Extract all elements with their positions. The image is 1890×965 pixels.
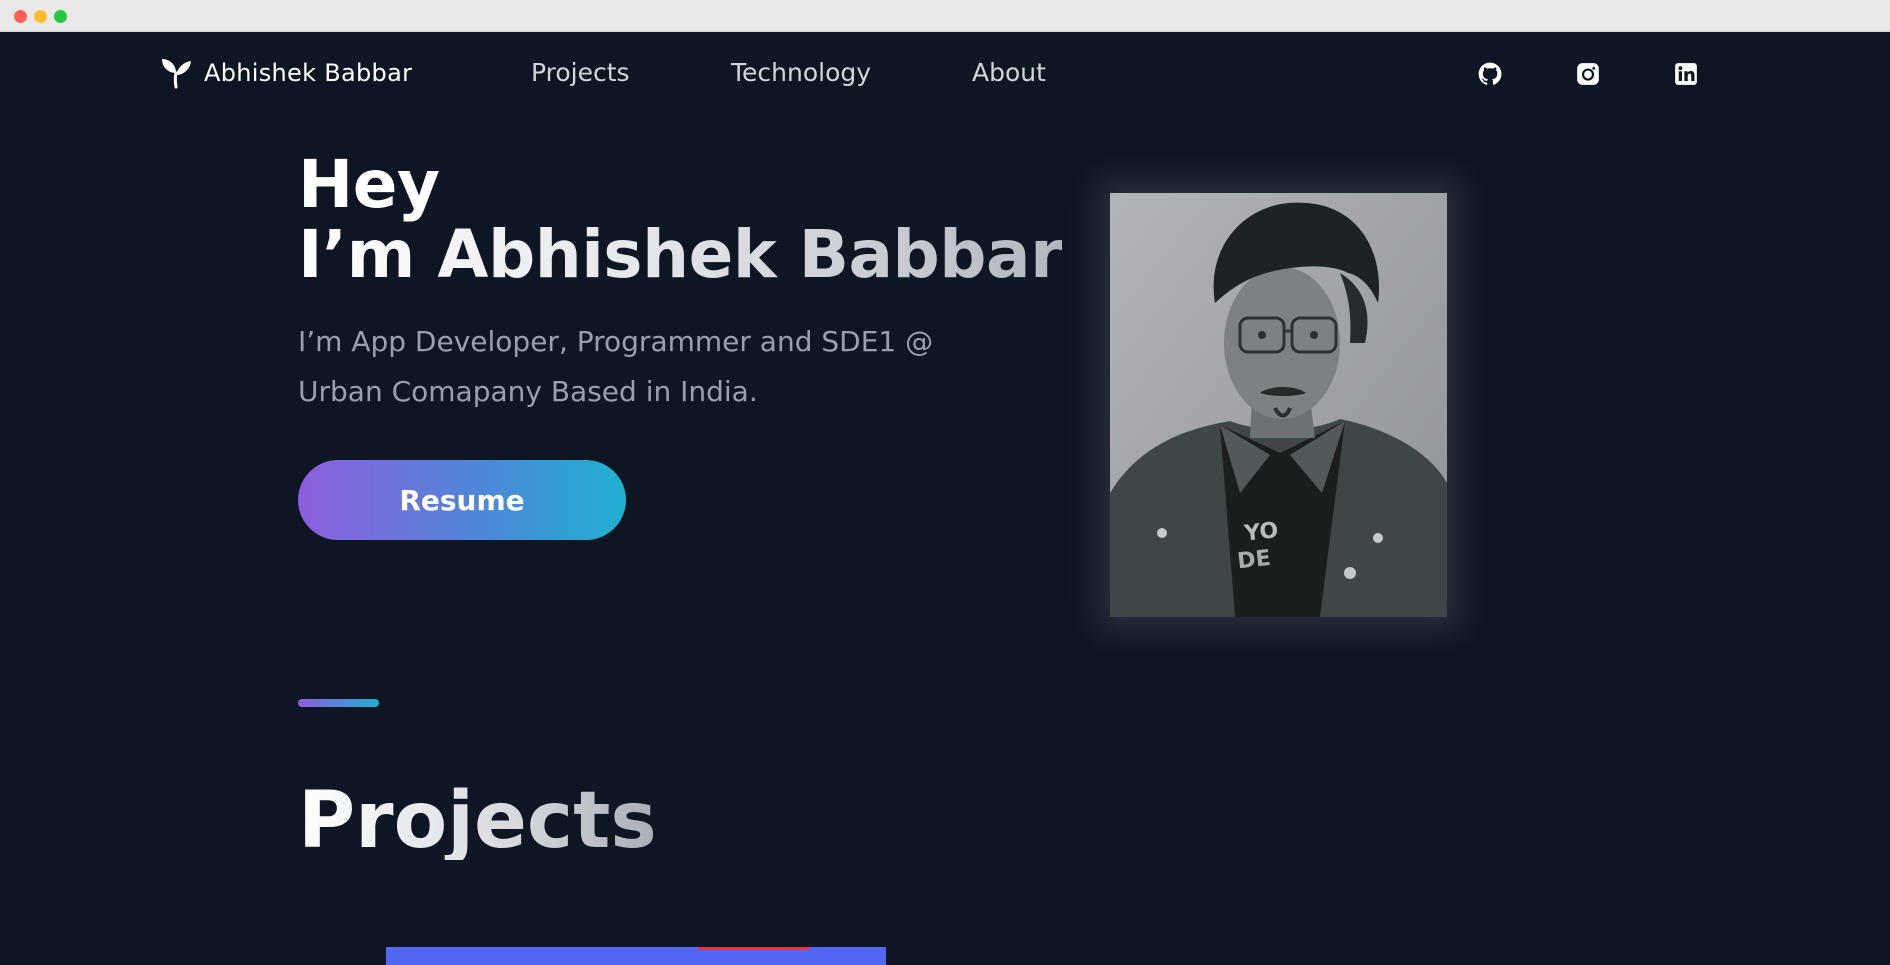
page: Abhishek Babbar Projects Technology Abou… [0,32,1890,965]
projects-section-title: Projects [298,776,657,866]
window-zoom-button[interactable] [54,10,67,23]
project-card-accent [698,947,810,950]
resume-button[interactable]: Resume [298,460,626,540]
section-divider [298,699,379,707]
profile-photo-illustration: YO DE [1110,193,1447,617]
brand-link[interactable]: Abhishek Babbar [160,56,412,90]
brand-name: Abhishek Babbar [204,59,413,87]
linkedin-icon[interactable] [1673,61,1699,87]
hero-headline: I’m Abhishek Babbar [298,216,1063,293]
svg-text:YO: YO [1242,518,1279,547]
instagram-icon[interactable] [1575,61,1601,87]
hero-description: I’m App Developer, Programmer and SDE1 @… [298,325,934,408]
leaf-logo-icon [162,59,191,89]
window-titlebar [0,0,1890,32]
profile-photo: YO DE [1110,193,1447,617]
window-close-button[interactable] [14,10,27,23]
nav-link-about[interactable]: About [972,56,1046,90]
window-minimize-button[interactable] [34,10,47,23]
github-icon[interactable] [1477,61,1503,87]
nav-link-technology[interactable]: Technology [731,56,871,90]
hero-greeting: Hey [298,146,440,223]
project-card[interactable] [386,947,886,965]
svg-text:DE: DE [1236,546,1272,574]
nav-link-projects[interactable]: Projects [531,56,630,90]
